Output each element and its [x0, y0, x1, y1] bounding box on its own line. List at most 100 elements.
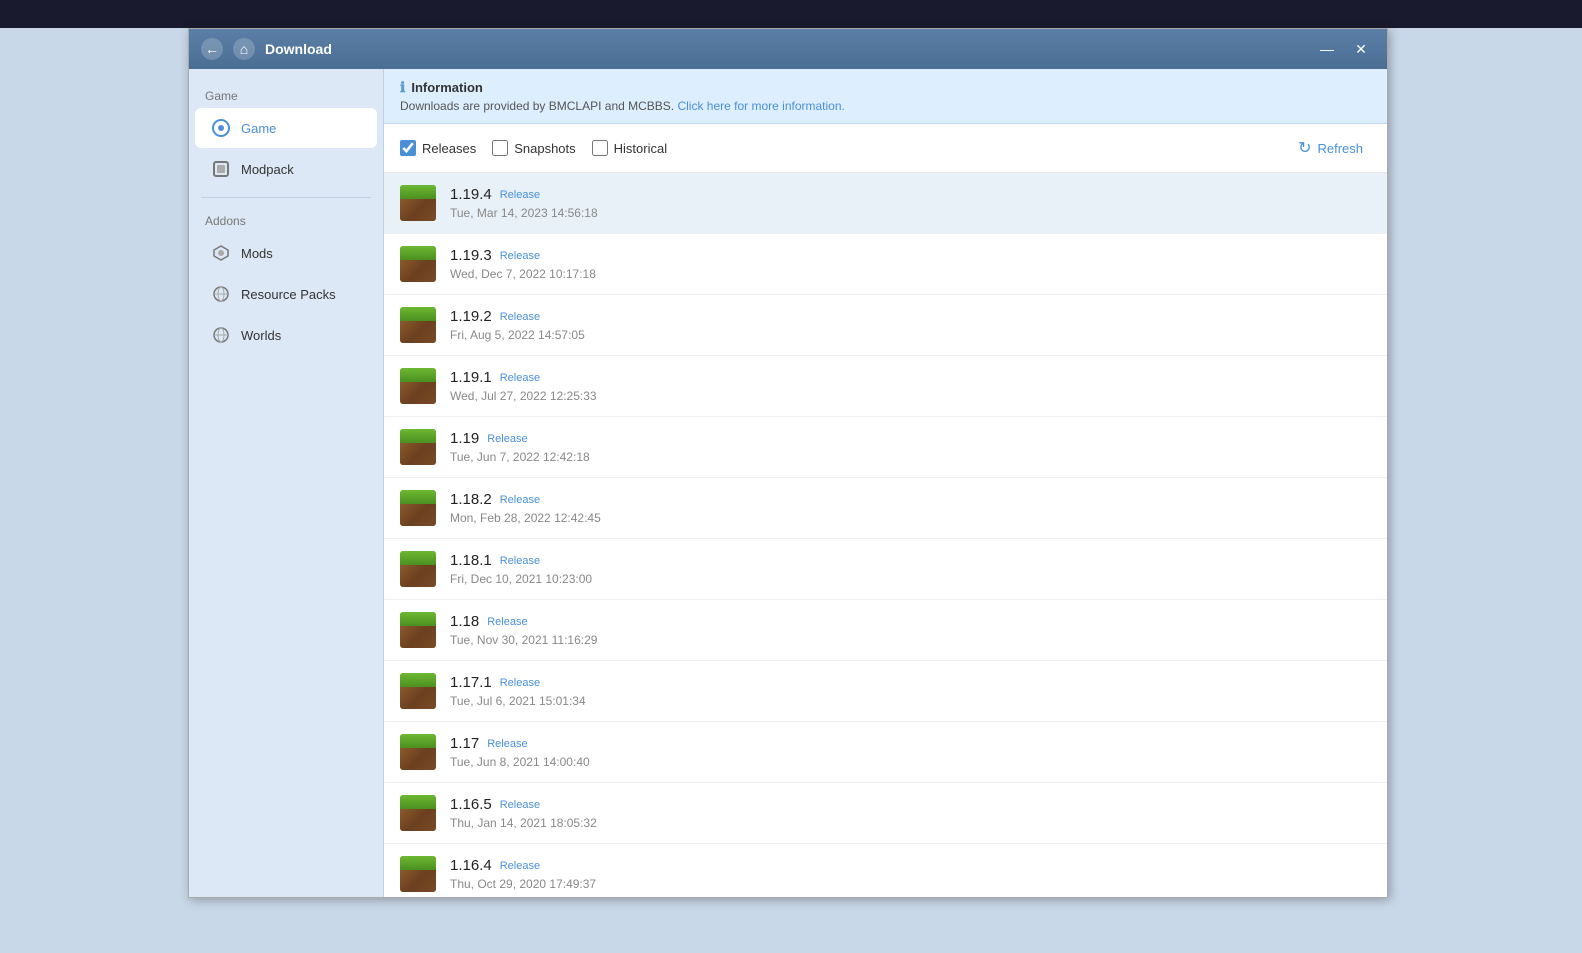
version-info: 1.17.1 Release Tue, Jul 6, 2021 15:01:34	[450, 674, 1371, 708]
info-link[interactable]: Click here for more information.	[677, 99, 844, 113]
version-info: 1.19.1 Release Wed, Jul 27, 2022 12:25:3…	[450, 369, 1371, 403]
mc-block-icon	[400, 490, 436, 526]
mc-block-icon	[400, 185, 436, 221]
version-name: 1.19.3	[450, 247, 492, 264]
info-icon: ℹ	[400, 79, 405, 96]
refresh-button[interactable]: ↻ Refresh	[1290, 134, 1371, 162]
version-date: Tue, Jul 6, 2021 15:01:34	[450, 694, 1371, 708]
game-section-label: Game	[189, 81, 383, 107]
version-badge: Release	[500, 494, 540, 506]
version-name: 1.19	[450, 430, 479, 447]
version-badge: Release	[487, 433, 527, 445]
mc-block-icon	[400, 795, 436, 831]
version-badge: Release	[487, 738, 527, 750]
version-item[interactable]: 1.18 Release Tue, Nov 30, 2021 11:16:29	[384, 600, 1387, 661]
version-name: 1.19.2	[450, 308, 492, 325]
version-info: 1.19.2 Release Fri, Aug 5, 2022 14:57:05	[450, 308, 1371, 342]
version-date: Wed, Dec 7, 2022 10:17:18	[450, 267, 1371, 281]
version-date: Fri, Aug 5, 2022 14:57:05	[450, 328, 1371, 342]
version-date: Tue, Nov 30, 2021 11:16:29	[450, 633, 1371, 647]
version-item[interactable]: 1.19.4 Release Tue, Mar 14, 2023 14:56:1…	[384, 173, 1387, 234]
home-button[interactable]: ⌂	[233, 38, 255, 60]
sidebar-item-worlds[interactable]: Worlds	[195, 315, 377, 355]
version-date: Thu, Jan 14, 2021 18:05:32	[450, 816, 1371, 830]
sidebar-item-resource-packs[interactable]: Resource Packs	[195, 274, 377, 314]
version-item[interactable]: 1.19.1 Release Wed, Jul 27, 2022 12:25:3…	[384, 356, 1387, 417]
releases-checkbox[interactable]	[400, 140, 416, 156]
historical-checkbox[interactable]	[592, 140, 608, 156]
mc-block-icon	[400, 246, 436, 282]
version-item[interactable]: 1.19.2 Release Fri, Aug 5, 2022 14:57:05	[384, 295, 1387, 356]
version-info: 1.17 Release Tue, Jun 8, 2021 14:00:40	[450, 735, 1371, 769]
version-item[interactable]: 1.16.5 Release Thu, Jan 14, 2021 18:05:3…	[384, 783, 1387, 844]
mc-block-icon	[400, 307, 436, 343]
title-bar: ← ⌂ Download — ✕	[189, 29, 1387, 69]
version-badge: Release	[500, 189, 540, 201]
version-badge: Release	[500, 311, 540, 323]
sidebar: Game Game Modpack	[189, 69, 384, 897]
version-name: 1.18.1	[450, 552, 492, 569]
version-badge: Release	[487, 616, 527, 628]
version-info: 1.19 Release Tue, Jun 7, 2022 12:42:18	[450, 430, 1371, 464]
version-badge: Release	[500, 372, 540, 384]
refresh-icon: ↻	[1298, 138, 1311, 158]
version-item[interactable]: 1.16.4 Release Thu, Oct 29, 2020 17:49:3…	[384, 844, 1387, 897]
version-list[interactable]: 1.19.4 Release Tue, Mar 14, 2023 14:56:1…	[384, 173, 1387, 897]
back-button[interactable]: ←	[201, 38, 223, 60]
version-date: Tue, Jun 8, 2021 14:00:40	[450, 755, 1371, 769]
main-window: ← ⌂ Download — ✕ Game Game	[188, 28, 1388, 898]
snapshots-label: Snapshots	[514, 141, 575, 156]
version-item[interactable]: 1.18.2 Release Mon, Feb 28, 2022 12:42:4…	[384, 478, 1387, 539]
window-title: Download	[265, 41, 332, 57]
sidebar-item-modpack[interactable]: Modpack	[195, 149, 377, 189]
version-badge: Release	[500, 860, 540, 872]
releases-filter[interactable]: Releases	[400, 140, 476, 156]
version-name: 1.16.4	[450, 857, 492, 874]
version-date: Tue, Jun 7, 2022 12:42:18	[450, 450, 1371, 464]
version-item[interactable]: 1.17.1 Release Tue, Jul 6, 2021 15:01:34	[384, 661, 1387, 722]
sidebar-resource-packs-label: Resource Packs	[241, 287, 336, 302]
minimize-button[interactable]: —	[1313, 37, 1341, 61]
filter-bar: Releases Snapshots Historical ↻ Refresh	[384, 124, 1387, 173]
mc-block-icon	[400, 551, 436, 587]
historical-filter[interactable]: Historical	[592, 140, 667, 156]
addons-section-label: Addons	[189, 206, 383, 232]
version-name: 1.18	[450, 613, 479, 630]
version-info: 1.16.4 Release Thu, Oct 29, 2020 17:49:3…	[450, 857, 1371, 891]
version-badge: Release	[500, 555, 540, 567]
version-date: Mon, Feb 28, 2022 12:42:45	[450, 511, 1371, 525]
version-badge: Release	[500, 677, 540, 689]
snapshots-checkbox[interactable]	[492, 140, 508, 156]
version-item[interactable]: 1.17 Release Tue, Jun 8, 2021 14:00:40	[384, 722, 1387, 783]
info-text: Downloads are provided by BMCLAPI and MC…	[400, 99, 1371, 113]
version-info: 1.16.5 Release Thu, Jan 14, 2021 18:05:3…	[450, 796, 1371, 830]
version-name: 1.19.4	[450, 186, 492, 203]
version-name: 1.17.1	[450, 674, 492, 691]
version-item[interactable]: 1.19.3 Release Wed, Dec 7, 2022 10:17:18	[384, 234, 1387, 295]
close-button[interactable]: ✕	[1347, 37, 1375, 61]
version-info: 1.19.3 Release Wed, Dec 7, 2022 10:17:18	[450, 247, 1371, 281]
mods-icon	[211, 243, 231, 263]
version-badge: Release	[500, 799, 540, 811]
sidebar-game-label: Game	[241, 121, 276, 136]
worlds-icon	[211, 325, 231, 345]
taskbar	[0, 0, 1582, 28]
modpack-icon	[211, 159, 231, 179]
version-item[interactable]: 1.18.1 Release Fri, Dec 10, 2021 10:23:0…	[384, 539, 1387, 600]
sidebar-modpack-label: Modpack	[241, 162, 294, 177]
sidebar-worlds-label: Worlds	[241, 328, 281, 343]
version-name: 1.18.2	[450, 491, 492, 508]
refresh-label: Refresh	[1317, 141, 1363, 156]
sidebar-item-mods[interactable]: Mods	[195, 233, 377, 273]
version-badge: Release	[500, 250, 540, 262]
snapshots-filter[interactable]: Snapshots	[492, 140, 575, 156]
version-item[interactable]: 1.19 Release Tue, Jun 7, 2022 12:42:18	[384, 417, 1387, 478]
version-name: 1.19.1	[450, 369, 492, 386]
mc-block-icon	[400, 368, 436, 404]
sidebar-item-game[interactable]: Game	[195, 108, 377, 148]
version-date: Thu, Oct 29, 2020 17:49:37	[450, 877, 1371, 891]
mc-block-icon	[400, 673, 436, 709]
version-info: 1.18.2 Release Mon, Feb 28, 2022 12:42:4…	[450, 491, 1371, 525]
mc-block-icon	[400, 734, 436, 770]
mc-block-icon	[400, 856, 436, 892]
